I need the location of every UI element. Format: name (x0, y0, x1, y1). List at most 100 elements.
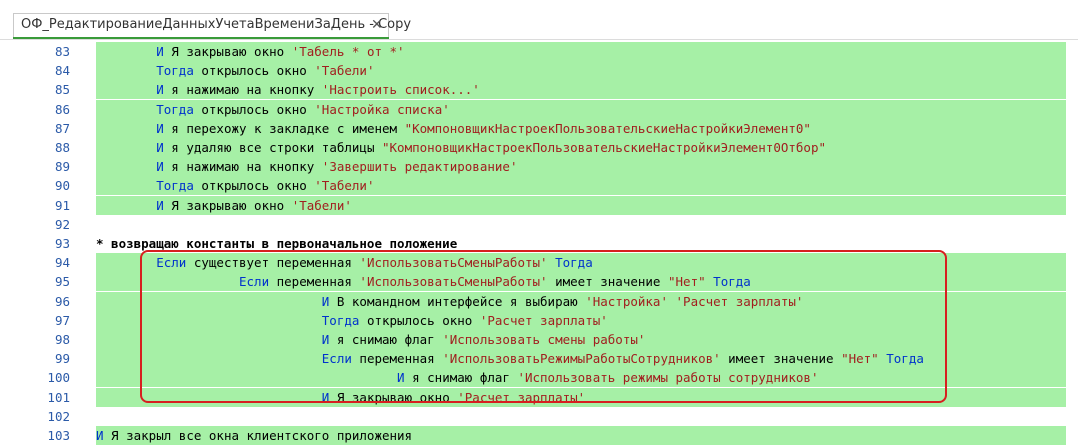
code-text: И Я закрываю окно 'Табели' (96, 195, 1066, 215)
code-text: И я нажимаю на кнопку 'Настроить список.… (96, 80, 1066, 100)
tab-feature-file[interactable]: ОФ_РедактированиеДанныхУчетаВремениЗаДен… (13, 13, 411, 38)
keyword-token: И (156, 159, 164, 175)
code-line[interactable]: 100 И я снимаю флаг 'Использовать режимы… (0, 368, 1078, 388)
keyword-token: Тогда (156, 101, 194, 117)
keyword-token: И (156, 140, 164, 155)
text-token: я нажимаю на кнопку (163, 159, 322, 175)
code-text: И Я закрываю окно 'Табель * от *' (96, 42, 1066, 61)
code-line[interactable]: 96 И В командном интерфейсе я выбираю 'Н… (0, 291, 1078, 311)
string-token: 'Табели' (291, 197, 352, 213)
code-line[interactable]: 87 И я перехожу к закладке с именем "Ком… (0, 118, 1078, 138)
line-number: 90 (54, 178, 70, 194)
step-token: И я удаляю все строки таблицы (156, 140, 382, 155)
code-line[interactable]: 83 И Я закрываю окно 'Табель * от *' (0, 42, 1078, 61)
string-token: "КомпоновщикНастроекПользовательскиеНаст… (404, 120, 811, 136)
text-token: я нажимаю на кнопку (163, 82, 322, 98)
code-line[interactable]: 99 Если переменная 'ИспользоватьРежимыРа… (0, 349, 1078, 369)
code-line[interactable]: 90 Тогда открылось окно 'Табели' (0, 176, 1078, 196)
code-text: Тогда открылось окно 'Табели' (96, 61, 1066, 81)
code-line[interactable]: 88 И я удаляю все строки таблицы "Компон… (0, 138, 1078, 157)
step-token: И я снимаю флаг (322, 332, 442, 347)
code-line[interactable]: 97 Тогда открылось окно 'Расчет зарплаты… (0, 310, 1078, 330)
keyword-token: Если (156, 255, 187, 271)
close-icon[interactable]: ✕ (371, 17, 383, 33)
code-line[interactable]: 95 Если переменная 'ИспользоватьСменыРаб… (0, 272, 1078, 292)
code-line[interactable]: 94 Если существует переменная 'Использов… (0, 253, 1078, 273)
text-token: я удаляю все строки таблицы (163, 140, 382, 155)
line-number: 91 (54, 197, 70, 213)
keyword-token: Тогда (713, 274, 751, 290)
line-number: 83 (54, 44, 70, 59)
string-token: 'Настроить список...' (321, 82, 480, 98)
code-line[interactable]: 103 И Я закрыл все окна клиентского прило… (0, 426, 1078, 445)
line-number: 92 (54, 216, 70, 232)
code-line[interactable]: 93 * возвращаю константы в первоначальное… (0, 234, 1078, 253)
string-token: 'Настройка списка' (314, 101, 450, 117)
string-token: 'Табель * от *' (291, 44, 405, 59)
line-number: 103 (47, 428, 70, 443)
keyword-token: Если (239, 274, 270, 290)
keyword-token: И (96, 428, 104, 443)
code-line[interactable]: 84 Тогда открылось окно 'Табели' (0, 61, 1078, 81)
code-line[interactable]: 86 Тогда открылось окно 'Настройка списк… (0, 99, 1078, 119)
text-token: переменная (269, 274, 360, 290)
code-editor[interactable]: 83 И Я закрываю окно 'Табель * от *' 84 Т… (0, 40, 1078, 445)
line-number: 87 (54, 120, 70, 136)
line-number: 86 (54, 101, 70, 117)
text-token: Я закрываю окно (163, 44, 292, 59)
tab-title: ОФ_РедактированиеДанныхУчетаВремениЗаДен… (21, 17, 412, 32)
text-token: я перехожу к закладке с именем (163, 120, 405, 136)
code-line[interactable]: 102 (0, 407, 1078, 426)
line-number: 100 (47, 370, 70, 386)
string-token: 'Табели' (314, 178, 375, 194)
line-number: 93 (54, 236, 70, 251)
text-token: я снимаю флаг (329, 332, 443, 347)
text-token: открылось окно (193, 101, 315, 117)
string-token: 'ИспользоватьРежимыРаботыСотрудников' (442, 351, 721, 367)
keyword-token: Тогда (156, 178, 194, 194)
text-token: Я закрыл все окна клиентского приложения (103, 428, 413, 443)
code-text: Тогда открылось окно 'Настройка списка' (96, 99, 1066, 119)
keyword-token: И (156, 44, 164, 59)
keyword-token: Тогда (886, 351, 924, 367)
step-token: И Я закрываю окно (156, 44, 291, 59)
text-token: открылось окно (359, 312, 480, 328)
code-line[interactable]: 85 И я нажимаю на кнопку 'Настроить спис… (0, 80, 1078, 100)
line-number: 89 (54, 159, 70, 175)
text-token: я снимаю флаг (404, 370, 518, 386)
text-token: открылось окно (193, 63, 315, 79)
code-line[interactable]: 89 И я нажимаю на кнопку 'Завершить реда… (0, 157, 1078, 177)
string-token: 'Расчет зарплаты' (479, 312, 608, 328)
step-token: И я нажимаю на кнопку (156, 82, 322, 97)
code-line[interactable]: 101 И Я закрываю окно 'Расчет зарплаты' (0, 387, 1078, 407)
step-token: И В командном интерфейсе я выбираю (322, 294, 585, 309)
code-text: И я удаляю все строки таблицы "Компоновщ… (96, 138, 1066, 157)
line-number: 96 (54, 293, 70, 309)
code-text: И я снимаю флаг 'Использовать смены рабо… (96, 330, 1066, 349)
text-token: имеет значение (547, 274, 668, 290)
code-line[interactable]: 98 И я снимаю флаг 'Использовать смены р… (0, 330, 1078, 349)
tab-bar: ОФ_РедактированиеДанныхУчетаВремениЗаДен… (0, 0, 1078, 39)
string-token: 'Использовать смены работы' (442, 332, 646, 347)
keyword-token: Тогда (321, 312, 360, 328)
string-token: "КомпоновщикНастроекПользовательскиеНаст… (382, 140, 827, 155)
code-text: И Я закрыл все окна клиентского приложен… (96, 426, 1066, 445)
line-number: 95 (54, 274, 70, 290)
keyword-token: И (397, 370, 405, 386)
code-line[interactable]: 92 (0, 215, 1078, 234)
string-token: "Нет" (841, 351, 879, 367)
code-line[interactable]: 91 И Я закрываю окно 'Табели' (0, 195, 1078, 215)
string-token: "Нет" (668, 274, 706, 290)
keyword-token: Тогда (555, 255, 593, 271)
step-token: И я нажимаю на кнопку (156, 159, 322, 174)
line-number: 84 (54, 63, 70, 79)
string-token: 'Расчет зарплаты' (675, 293, 804, 309)
string-token: 'Расчет зарплаты' (457, 389, 586, 405)
text-token: имеет значение (720, 351, 842, 367)
vertical-scrollbar[interactable] (1068, 40, 1078, 443)
line-number: 97 (54, 312, 70, 328)
